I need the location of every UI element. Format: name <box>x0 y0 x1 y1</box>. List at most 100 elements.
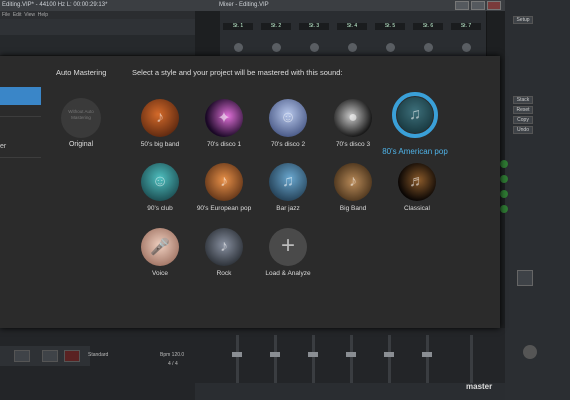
fader-handle[interactable] <box>384 352 394 357</box>
fader-handle[interactable] <box>308 352 318 357</box>
fx-slot-indicator[interactable] <box>500 190 508 198</box>
club-dancer-icon: ☺ <box>141 163 179 201</box>
pan-knob[interactable] <box>386 43 395 52</box>
master-fader[interactable] <box>470 335 473 385</box>
disco-light-icon: ✦ <box>205 99 243 137</box>
style-50s-big-band[interactable]: ♪ 50's big band <box>135 99 185 148</box>
fast-forward-button[interactable] <box>42 350 58 362</box>
channel-strip[interactable]: St. 5 <box>372 11 411 59</box>
pan-knob[interactable] <box>424 43 433 52</box>
volume-fader[interactable] <box>426 335 429 385</box>
fader-handle[interactable] <box>232 352 242 357</box>
channel-strip[interactable]: St. 7 <box>448 11 487 59</box>
style-bar-jazz[interactable]: ♫ Bar jazz <box>263 163 313 212</box>
sidebar-divider <box>0 157 41 158</box>
channel-label: St. 2 <box>261 23 291 30</box>
instruction-text: Select a style and your project will be … <box>132 68 343 77</box>
channel-label: St. 7 <box>451 23 481 30</box>
singer-icon: ♫ <box>397 97 433 133</box>
mixer-right-panel: Setup Stack Reset Copy Undo <box>505 0 570 400</box>
original-inner-text: Without Auto Mastering <box>68 109 94 120</box>
brass-icon: ♪ <box>334 163 372 201</box>
auto-mastering-dialog: er Auto Mastering Select a style and you… <box>0 56 500 328</box>
fx-slot-indicator[interactable] <box>500 175 508 183</box>
sidebar-divider <box>0 116 41 117</box>
fx-slot-indicator[interactable] <box>500 205 508 213</box>
style-label: Classical <box>403 205 430 212</box>
load-analyze-label: Load & Analyze <box>265 270 311 277</box>
sidebar-item-selected[interactable] <box>0 87 41 105</box>
close-button[interactable] <box>487 1 501 10</box>
left-menu-bar: File Edit View Help <box>0 11 195 19</box>
fader-handle[interactable] <box>422 352 432 357</box>
style-70s-disco-1[interactable]: ✦ 70's disco 1 <box>199 99 249 148</box>
style-90s-club[interactable]: ☺ 90's club <box>135 163 185 212</box>
pan-knob[interactable] <box>234 43 243 52</box>
sidebar-item[interactable]: er <box>0 141 41 153</box>
master-label: master <box>466 382 493 391</box>
time-signature[interactable]: 4 / 4 <box>168 361 178 367</box>
channel-label: St. 3 <box>299 23 329 30</box>
channel-strip[interactable]: St. 6 <box>410 11 449 59</box>
bottom-channel-labels <box>195 383 505 400</box>
style-70s-disco-3[interactable]: ● 70's disco 3 <box>328 99 378 148</box>
channel-strip[interactable]: St. 4 <box>334 11 373 59</box>
setup-button[interactable]: Setup <box>513 16 533 24</box>
fader-handle[interactable] <box>270 352 280 357</box>
volume-fader[interactable] <box>388 335 391 385</box>
fx-slot-indicator[interactable] <box>500 160 508 168</box>
guitar-icon: ♪ <box>205 228 243 266</box>
pan-knob[interactable] <box>348 43 357 52</box>
master-volume-knob[interactable] <box>523 345 537 359</box>
volume-fader[interactable] <box>350 335 353 385</box>
dancer-icon: ☺ <box>269 99 307 137</box>
selected-style-label: 80's American pop <box>382 147 448 156</box>
menu-edit[interactable]: Edit <box>13 12 22 18</box>
tempo-display[interactable]: Bpm 120.0 <box>160 352 184 358</box>
plus-icon: + <box>269 228 307 266</box>
left-toolbar <box>0 19 200 35</box>
fader-handle[interactable] <box>346 352 356 357</box>
volume-fader[interactable] <box>236 335 239 385</box>
record-button[interactable] <box>64 350 80 362</box>
channel-strip[interactable]: St. 2 <box>258 11 297 59</box>
style-70s-disco-2[interactable]: ☺ 70's disco 2 <box>263 99 313 148</box>
minimize-button[interactable] <box>455 1 469 10</box>
menu-file[interactable]: File <box>2 12 10 18</box>
transport-mode[interactable]: Standard <box>88 352 108 358</box>
microphone-icon: 🎤 <box>141 228 179 266</box>
style-90s-european-pop[interactable]: ♪ 90's European pop <box>197 163 251 212</box>
disco-ball-icon: ● <box>334 99 372 137</box>
load-analyze-button[interactable]: + Load & Analyze <box>263 228 313 277</box>
channel-strip[interactable]: St. 1 <box>220 11 259 59</box>
saxophone-icon: ♫ <box>269 163 307 201</box>
pan-knob[interactable] <box>310 43 319 52</box>
volume-fader[interactable] <box>312 335 315 385</box>
channel-label: St. 4 <box>337 23 367 30</box>
pan-knob[interactable] <box>272 43 281 52</box>
style-classical[interactable]: ♬ Classical <box>392 163 442 212</box>
style-rock[interactable]: ♪ Rock <box>199 228 249 277</box>
pan-knob[interactable] <box>462 43 471 52</box>
copy-button[interactable]: Copy <box>513 116 533 124</box>
style-big-band[interactable]: ♪ Big Band <box>328 163 378 212</box>
volume-fader[interactable] <box>274 335 277 385</box>
style-voice[interactable]: 🎤 Voice <box>135 228 185 277</box>
violin-icon: ♬ <box>398 163 436 201</box>
singer-icon: ♪ <box>205 163 243 201</box>
trumpet-icon: ♪ <box>141 99 179 137</box>
menu-help[interactable]: Help <box>38 12 48 18</box>
channel-strip[interactable]: St. 3 <box>296 11 335 59</box>
reset-button[interactable]: Reset <box>513 106 533 114</box>
play-icon[interactable] <box>517 270 533 286</box>
play-button[interactable] <box>14 350 30 362</box>
undo-button[interactable]: Undo <box>513 126 533 134</box>
original-button[interactable]: Without Auto Mastering <box>61 98 101 138</box>
maximize-button[interactable] <box>471 1 485 10</box>
menu-view[interactable]: View <box>24 12 35 18</box>
channel-label: St. 1 <box>223 23 253 30</box>
channel-label: St. 6 <box>413 23 443 30</box>
stack-button[interactable]: Stack <box>513 96 533 104</box>
left-window-title: Editing.VIP* - 44100 Hz L: 00:00:29:13* <box>0 0 195 11</box>
auto-mastering-title: Auto Mastering <box>56 68 107 77</box>
